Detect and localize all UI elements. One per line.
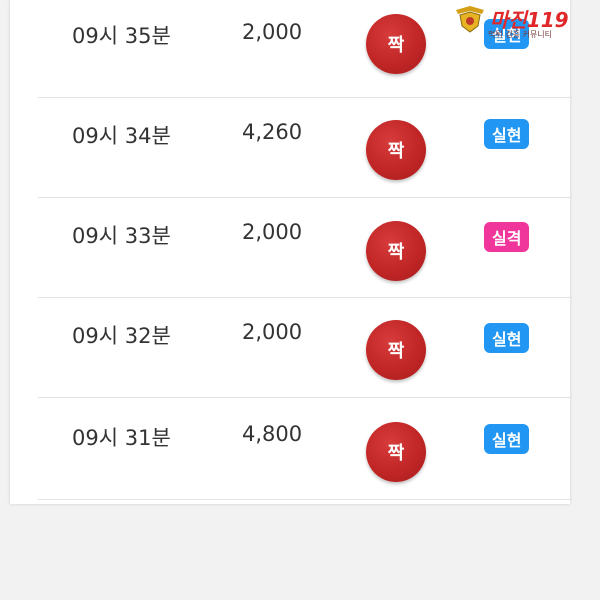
row-amount: 2,000 [242,20,303,44]
history-row: 09시 31분 4,800 짝 실현 [38,400,572,500]
row-time: 09시 34분 [72,124,171,148]
history-row-partial [38,500,572,600]
pick-ball: 짝 [366,320,426,380]
watermark-subtitle: 먹튀 검증 커뮤니티 [488,30,552,39]
history-list: 09시 35분 2,000 짝 실현 09시 34분 4,260 짝 실현 09… [10,0,572,504]
result-badge: 실현 [484,119,530,149]
history-row: 09시 33분 2,000 짝 실격 [38,198,572,298]
result-badge: 실현 [484,424,530,454]
result-badge: 실현 [484,323,530,353]
row-amount: 2,000 [242,220,303,244]
row-amount: 2,000 [242,320,303,344]
row-time: 09시 32분 [72,324,171,348]
row-time: 09시 31분 [72,426,171,450]
pick-ball: 짝 [366,14,426,74]
history-row: 09시 32분 2,000 짝 실현 [38,298,572,398]
row-amount: 4,260 [242,120,303,144]
history-row: 09시 34분 4,260 짝 실현 [38,98,572,198]
shield-logo-icon [456,6,484,33]
pick-ball: 짝 [366,422,426,482]
result-badge: 실격 [484,222,530,252]
row-time: 09시 35분 [72,24,171,48]
site-watermark: 마진119 먹튀 검증 커뮤니티 [446,2,596,42]
pick-ball: 짝 [366,120,426,180]
row-time: 09시 33분 [72,224,171,248]
row-amount: 4,800 [242,422,303,446]
pick-ball: 짝 [366,221,426,281]
